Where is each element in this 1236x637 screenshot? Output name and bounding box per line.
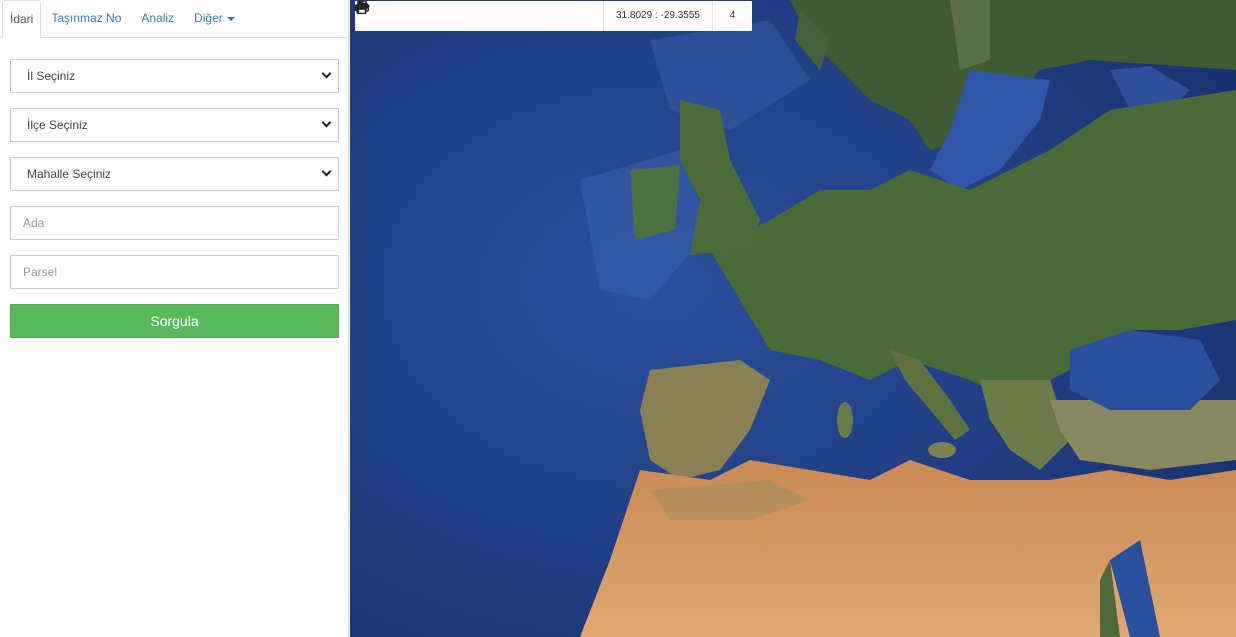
- coordinate-readout: 31.8029 : -29.3555: [603, 1, 712, 31]
- block-field: [10, 206, 339, 240]
- zoom-level: 4: [711, 1, 752, 31]
- locate-icon[interactable]: [355, 1, 479, 31]
- tab-tasinmaz-no[interactable]: Taşınmaz No: [41, 0, 131, 37]
- district-select-value: İlçe Seçiniz: [27, 118, 88, 132]
- measure-icon[interactable]: [355, 1, 572, 31]
- tab-analiz[interactable]: Analiz: [131, 0, 184, 37]
- district-select[interactable]: İlçe Seçiniz: [10, 108, 339, 142]
- parcel-field: [10, 255, 339, 289]
- refresh-icon[interactable]: [355, 1, 448, 31]
- print-icon[interactable]: [355, 1, 603, 31]
- map-toolbar: 31.8029 : -29.3555 4: [355, 1, 752, 31]
- tab-diger[interactable]: Diğer: [184, 0, 245, 37]
- info-icon[interactable]: [356, 1, 510, 31]
- province-select[interactable]: İl Seçiniz: [10, 59, 339, 93]
- caret-down-icon: [226, 16, 235, 21]
- chevron-down-icon: [321, 68, 332, 79]
- zoom-out-icon[interactable]: [355, 1, 417, 31]
- chevron-down-icon: [321, 117, 332, 128]
- neighborhood-select-value: Mahalle Seçiniz: [27, 167, 112, 181]
- tab-diger-label: Diğer: [194, 11, 223, 25]
- parcel-input[interactable]: [11, 256, 338, 288]
- left-panel: İdari Taşınmaz No Analiz Diğer İl Seçini…: [0, 0, 349, 637]
- chevron-down-icon: [321, 166, 332, 177]
- query-form: İl Seçiniz İlçe Seçiniz Mahalle Seçiniz …: [0, 38, 348, 338]
- tab-bar: İdari Taşınmaz No Analiz Diğer: [0, 0, 348, 38]
- map-view[interactable]: 31.8029 : -29.3555 4: [350, 0, 1236, 637]
- query-button[interactable]: Sorgula: [10, 304, 339, 338]
- satellite-map-image: [350, 0, 1236, 637]
- star-icon[interactable]: [355, 1, 541, 31]
- neighborhood-select[interactable]: Mahalle Seçiniz: [10, 157, 339, 191]
- block-input[interactable]: [11, 207, 338, 239]
- province-select-value: İl Seçiniz: [27, 69, 76, 83]
- tab-idari[interactable]: İdari: [2, 0, 42, 38]
